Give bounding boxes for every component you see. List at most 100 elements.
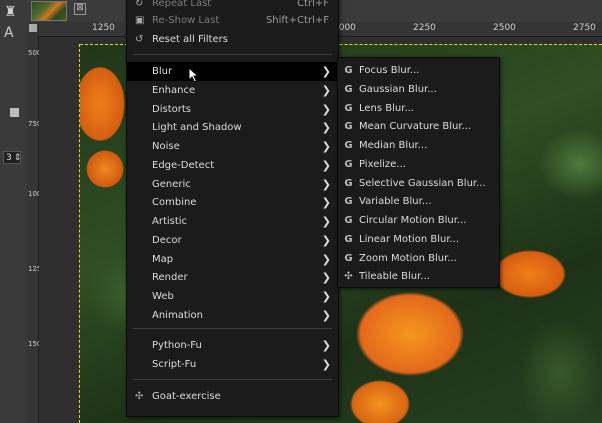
submenu-item-linear-motion-blur[interactable]: G Linear Motion Blur... bbox=[338, 230, 499, 249]
submenu-arrow-icon: ❯ bbox=[321, 308, 331, 322]
submenu-arrow-icon: ❯ bbox=[321, 358, 331, 371]
mouse-pointer-icon bbox=[188, 67, 200, 83]
reshow-icon: ▣ bbox=[135, 15, 145, 26]
menu-item-light-and-shadow[interactable]: Light and Shadow ❯ bbox=[127, 118, 338, 137]
submenu-arrow-icon: ❯ bbox=[321, 121, 331, 135]
submenu-item-label: Pixelize... bbox=[359, 158, 406, 170]
menu-item-label: Enhance bbox=[152, 84, 196, 96]
submenu-item-tileable-blur[interactable]: ✣ Tileable Blur... bbox=[338, 267, 499, 286]
menu-item-label: Animation bbox=[152, 309, 203, 321]
menu-item-artistic[interactable]: Artistic ❯ bbox=[127, 212, 338, 231]
submenu-item-label: Selective Gaussian Blur... bbox=[359, 177, 486, 189]
vertical-ruler[interactable]: 500 750 1000 1250 1500 bbox=[27, 36, 46, 423]
submenu-item-label: Focus Blur... bbox=[359, 65, 420, 76]
submenu-item-median-blur[interactable]: G Median Blur... bbox=[338, 136, 499, 155]
submenu-arrow-icon: ❯ bbox=[321, 271, 331, 285]
gegl-icon: G bbox=[344, 65, 353, 76]
gegl-icon: G bbox=[344, 158, 353, 170]
submenu-item-mean-curvature-blur[interactable]: G Mean Curvature Blur... bbox=[338, 117, 499, 136]
menu-item-generic[interactable]: Generic ❯ bbox=[127, 175, 338, 194]
submenu-item-pixelize[interactable]: G Pixelize... bbox=[338, 155, 499, 174]
menu-item-label: Generic bbox=[152, 178, 191, 190]
menu-item-label: Script-Fu bbox=[152, 359, 197, 370]
submenu-item-label: Lens Blur... bbox=[359, 102, 414, 114]
submenu-item-label: Variable Blur... bbox=[359, 196, 432, 208]
gegl-icon: G bbox=[344, 121, 353, 133]
submenu-arrow-icon: ❯ bbox=[321, 215, 331, 228]
menu-item-label: Re-Show Last bbox=[152, 15, 220, 26]
menu-item-label: Edge-Detect bbox=[152, 159, 215, 171]
menu-item-python-fu[interactable]: Python-Fu ❯ bbox=[127, 336, 338, 355]
layer-boundary bbox=[79, 44, 80, 423]
menu-item-animation[interactable]: Animation ❯ bbox=[127, 306, 338, 325]
submenu-arrow-icon: ❯ bbox=[321, 233, 331, 247]
tool-options-icon[interactable] bbox=[10, 108, 19, 117]
submenu-arrow-icon: ❯ bbox=[321, 65, 331, 78]
text-tool-icon[interactable]: A bbox=[4, 25, 14, 41]
clone-stamp-icon[interactable]: ♜ bbox=[4, 4, 17, 20]
menu-item-noise[interactable]: Noise ❯ bbox=[127, 137, 338, 156]
menu-item-reshow-last[interactable]: ▣ Re-Show Last Shift+Ctrl+F bbox=[127, 11, 338, 30]
gegl-icon: G bbox=[344, 83, 353, 95]
menu-item-label: Blur bbox=[152, 66, 173, 77]
submenu-arrow-icon: ❯ bbox=[321, 196, 331, 210]
menu-item-label: Reset all Filters bbox=[152, 34, 228, 45]
tab-close-icon[interactable]: ⊠ bbox=[74, 3, 86, 15]
submenu-item-label: Tileable Blur... bbox=[359, 271, 430, 283]
submenu-item-label: Median Blur... bbox=[359, 140, 428, 151]
gegl-icon: G bbox=[344, 140, 353, 151]
ruler-label: 500 bbox=[28, 49, 42, 57]
submenu-item-lens-blur[interactable]: G Lens Blur... bbox=[338, 99, 499, 118]
submenu-item-label: Zoom Motion Blur... bbox=[359, 252, 457, 264]
submenu-arrow-icon: ❯ bbox=[321, 252, 331, 266]
submenu-arrow-icon: ❯ bbox=[321, 83, 331, 97]
menu-item-map[interactable]: Map ❯ bbox=[127, 250, 338, 269]
menu-item-label: Render bbox=[152, 272, 188, 284]
toolbox: ♜ A 3 ⇕ bbox=[0, 0, 28, 423]
menu-item-web[interactable]: Web ❯ bbox=[127, 287, 338, 306]
script-icon: ✣ bbox=[344, 271, 353, 283]
size-spin-field[interactable]: 3 ⇕ bbox=[3, 151, 21, 164]
submenu-item-variable-blur[interactable]: G Variable Blur... bbox=[338, 192, 499, 211]
submenu-item-label: Mean Curvature Blur... bbox=[359, 121, 472, 133]
ruler-corner-icon[interactable] bbox=[29, 24, 37, 32]
menu-item-label: Combine bbox=[152, 197, 197, 209]
menu-item-script-fu[interactable]: Script-Fu ❯ bbox=[127, 355, 338, 374]
menu-item-label: Decor bbox=[152, 234, 182, 246]
menu-item-label: Noise bbox=[152, 141, 180, 152]
menu-item-edge-detect[interactable]: Edge-Detect ❯ bbox=[127, 156, 338, 175]
menu-item-render[interactable]: Render ❯ bbox=[127, 268, 338, 287]
ruler-label: 2250 bbox=[413, 23, 436, 33]
submenu-item-focus-blur[interactable]: G Focus Blur... bbox=[338, 61, 499, 80]
menu-item-blur[interactable]: Blur ❯ bbox=[127, 62, 338, 81]
ruler-label: 2500 bbox=[493, 23, 516, 33]
menu-item-label: Python-Fu bbox=[152, 340, 202, 351]
submenu-arrow-icon: ❯ bbox=[321, 290, 331, 303]
submenu-item-selective-gaussian-blur[interactable]: G Selective Gaussian Blur... bbox=[338, 174, 499, 193]
menu-item-reset-all-filters[interactable]: ↺ Reset all Filters bbox=[127, 30, 338, 49]
menu-separator bbox=[133, 328, 332, 329]
menu-item-label: Artistic bbox=[152, 216, 188, 227]
submenu-item-gaussian-blur[interactable]: G Gaussian Blur... bbox=[338, 80, 499, 99]
menu-item-combine[interactable]: Combine ❯ bbox=[127, 193, 338, 212]
reset-icon: ↺ bbox=[135, 34, 144, 45]
image-tab-thumbnail[interactable] bbox=[31, 1, 67, 21]
shortcut-label: Shift+Ctrl+F bbox=[265, 15, 329, 26]
submenu-item-label: Gaussian Blur... bbox=[359, 83, 437, 95]
menu-item-decor[interactable]: Decor ❯ bbox=[127, 231, 338, 250]
ruler-label: 1250 bbox=[28, 265, 46, 273]
gegl-icon: G bbox=[344, 252, 353, 264]
menu-item-enhance[interactable]: Enhance ❯ bbox=[127, 81, 338, 100]
submenu-item-zoom-motion-blur[interactable]: G Zoom Motion Blur... bbox=[338, 249, 499, 268]
submenu-arrow-icon: ❯ bbox=[321, 140, 331, 153]
ruler-label: 750 bbox=[28, 120, 42, 128]
goat-icon: ✣ bbox=[135, 391, 144, 402]
ruler-label: 1250 bbox=[92, 23, 115, 33]
menu-separator bbox=[133, 54, 332, 55]
gegl-icon: G bbox=[344, 102, 353, 114]
blur-submenu: G Focus Blur... G Gaussian Blur... G Lens Blu… bbox=[337, 57, 500, 288]
menu-item-label: Light and Shadow bbox=[152, 122, 242, 134]
submenu-item-circular-motion-blur[interactable]: G Circular Motion Blur... bbox=[338, 211, 499, 230]
menu-item-distorts[interactable]: Distorts ❯ bbox=[127, 100, 338, 119]
menu-item-goat-exercise[interactable]: ✣ Goat-exercise bbox=[127, 387, 338, 406]
